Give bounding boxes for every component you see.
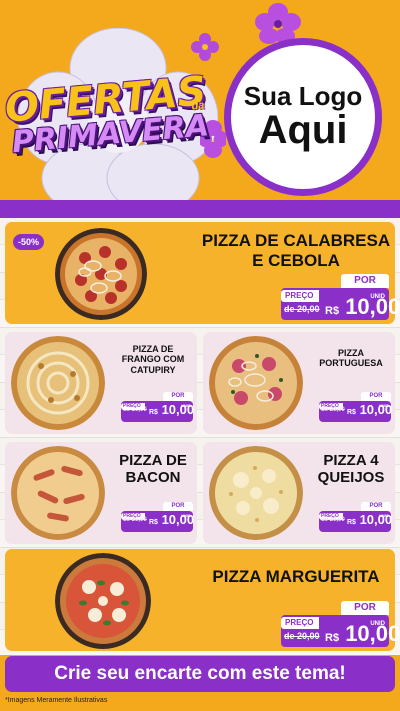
price-old: de 20,00 <box>284 631 320 641</box>
disclaimer-text: *Imagens Meramente Ilustrativas <box>5 697 108 704</box>
price-preco-label: PREÇO <box>281 290 319 302</box>
price-old: de 20,00 <box>321 407 345 413</box>
offer-title: OFERTAS PRIMAVERA da <box>3 68 210 160</box>
product-name: PIZZA DE FRANGO COM CATUPIRY <box>121 344 185 375</box>
price-por-label: POR <box>361 392 391 401</box>
price-currency: R$ <box>325 305 340 317</box>
price-unit: UNID <box>370 294 385 300</box>
price-tag: POR PREÇO de 20,00 R$ 10,00 UNID <box>319 392 392 422</box>
price-old: de 20,00 <box>321 517 345 523</box>
offer-title-da: da <box>191 99 205 113</box>
price-tag: POR PREÇO de 20,00 R$ 10,00 UNID <box>319 502 392 532</box>
price-unit: UNID <box>181 513 191 518</box>
price-value: R$ 10,00 <box>325 621 400 647</box>
price-tag: POR PREÇO de 20,00 R$ 10,00 UNID <box>281 601 400 647</box>
price-por-label: POR <box>163 392 193 401</box>
product-card-marguerita[interactable]: PIZZA MARGUERITA POR PREÇO de 20,00 R$ 1… <box>5 549 400 651</box>
product-name: PIZZA DE BACON <box>119 452 187 487</box>
price-currency: R$ <box>347 409 356 416</box>
price-unit: UNID <box>379 403 389 408</box>
pizza-4-queijos-image <box>209 446 303 540</box>
price-por-label: POR <box>341 274 389 288</box>
product-card-bacon[interactable]: PIZZA DE BACON POR PREÇO de 20,00 R$ 10,… <box>5 442 197 544</box>
price-old: de 20,00 <box>123 517 147 523</box>
price-tag: POR PREÇO de 20,00 R$ 10,00 UNID <box>281 274 400 320</box>
price-unit: UNID <box>181 403 191 408</box>
pizza-frango-image <box>11 336 105 430</box>
price-value: R$ 10,00 <box>325 294 400 320</box>
discount-badge: -50% <box>13 234 45 250</box>
price-unit: UNID <box>370 621 385 627</box>
flyer-page: OFERTAS PRIMAVERA da Sua Logo Aqui -50% <box>0 0 400 711</box>
price-por-label: POR <box>163 502 193 511</box>
price-tag: POR de 20,00 PREÇO R$ 10,00 UNID <box>121 392 194 422</box>
price-currency: R$ <box>149 519 158 526</box>
price-tag: POR PREÇO de 20,00 R$ 10,00 UNID <box>121 502 194 532</box>
logo-placeholder[interactable]: Sua Logo Aqui <box>224 38 382 196</box>
header-banner: OFERTAS PRIMAVERA da Sua Logo Aqui <box>0 0 400 218</box>
price-preco-label: PREÇO <box>121 403 145 410</box>
price-por-label: POR <box>341 601 389 615</box>
product-card-4-queijos[interactable]: PIZZA 4 QUEIJOS POR PREÇO de 20,00 R$ 10… <box>203 442 395 544</box>
price-preco-label: PREÇO <box>281 617 319 629</box>
product-card-portuguesa[interactable]: PIZZA PORTUGUESA POR PREÇO de 20,00 R$ 1… <box>203 332 395 434</box>
product-name: PIZZA PORTUGUESA <box>319 348 383 369</box>
price-currency: R$ <box>347 519 356 526</box>
price-currency: R$ <box>325 632 340 644</box>
product-name: PIZZA DE CALABRESA E CEBOLA <box>201 231 391 270</box>
price-old: de 20,00 <box>284 304 320 314</box>
price-por-label: POR <box>361 502 391 511</box>
small-flower-icon <box>191 33 219 61</box>
product-card-frango[interactable]: PIZZA DE FRANGO COM CATUPIRY POR de 20,0… <box>5 332 197 434</box>
product-name: PIZZA MARGUERITA <box>212 567 380 586</box>
cta-banner[interactable]: Crie seu encarte com este tema! <box>5 656 395 692</box>
pizza-calabresa-image <box>55 228 147 320</box>
price-currency: R$ <box>149 409 158 416</box>
logo-line2: Aqui <box>258 108 348 152</box>
logo-line1: Sua Logo <box>243 81 363 111</box>
header-stripe <box>0 200 400 218</box>
product-card-calabresa[interactable]: -50% PIZZA DE CALABRESA E CEBOLA POR PRE… <box>5 222 400 324</box>
pizza-portuguesa-image <box>209 336 303 430</box>
price-unit: UNID <box>379 513 389 518</box>
pizza-bacon-image <box>11 446 105 540</box>
pizza-marguerita-image <box>55 553 151 649</box>
product-name: PIZZA 4 QUEIJOS <box>317 452 385 487</box>
